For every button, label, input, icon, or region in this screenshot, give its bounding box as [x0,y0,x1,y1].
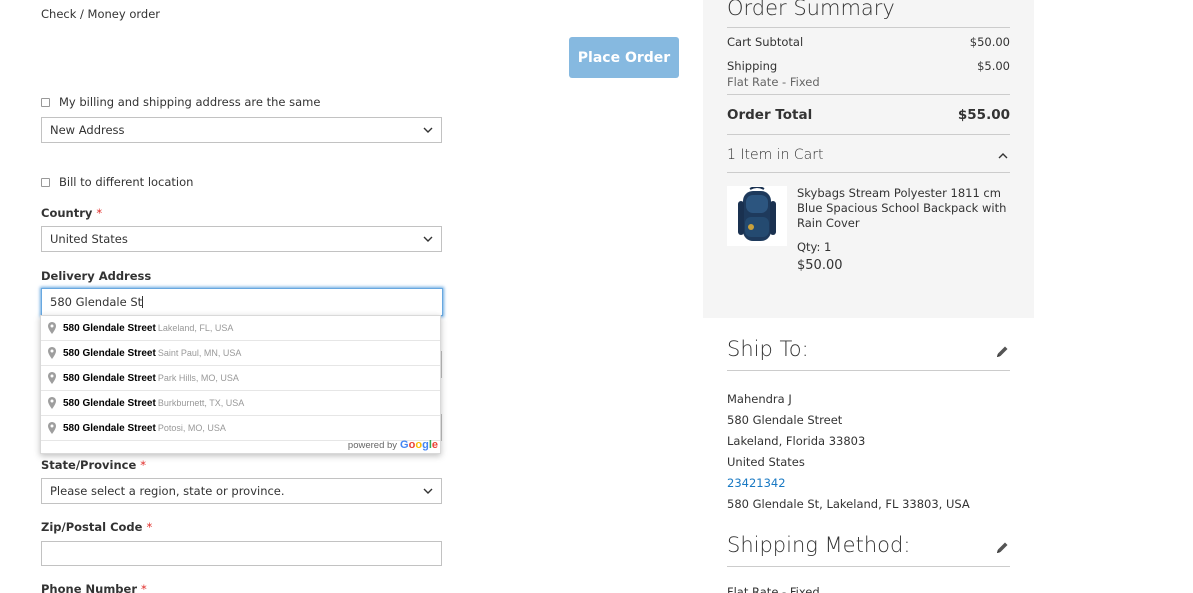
subtotal-row: Cart Subtotal $50.00 [727,35,1010,49]
ship-to-full-address: 580 Glendale St, Lakeland, FL 33803, USA [727,497,970,511]
shipping-label: Shipping [727,59,778,73]
bill-different-checkbox[interactable] [41,177,50,187]
autocomplete-suggestion[interactable]: 580 Glendale Street Potosi, MO, USA [41,416,440,441]
state-select-value: Please select a region, state or provinc… [50,484,285,498]
chevron-up-icon [998,148,1008,162]
payment-method-title: Check / Money order [41,7,161,21]
order-total-value: $55.00 [957,107,1010,123]
delivery-address-value: 580 Glendale St [50,295,143,309]
state-label: State/Province * [41,458,146,472]
divider [727,94,1010,95]
phone-label-text: Phone Number [41,582,138,593]
ship-to-street: 580 Glendale Street [727,413,843,427]
same-address-checkbox[interactable] [41,97,50,107]
same-address-label: My billing and shipping address are the … [59,95,321,109]
zip-input[interactable] [41,541,442,566]
suggestion-secondary-text: Saint Paul, MN, USA [157,348,242,358]
delivery-address-label: Delivery Address [41,269,152,283]
ship-to-name: Mahendra J [727,392,792,406]
chevron-down-icon [415,227,441,251]
address-autocomplete-panel: 580 Glendale Street Lakeland, FL, USA 58… [40,315,441,454]
phone-label: Phone Number * [41,582,147,593]
items-in-cart-label: 1 Item in Cart [727,147,824,163]
powered-by-google: powered by Google [348,439,438,451]
autocomplete-suggestion[interactable]: 580 Glendale Street Burkburnett, TX, USA [41,391,440,416]
bill-different-label: Bill to different location [59,175,194,189]
required-mark: * [141,582,147,593]
country-select-value: United States [50,232,128,246]
shipping-method-name: Flat Rate - Fixed [727,75,820,89]
order-summary-title: Order Summary [727,0,895,20]
order-total-label: Order Total [727,107,813,123]
ship-to-phone-link[interactable]: 23421342 [727,476,786,490]
product-name: Skybags Stream Polyester 1811 cm Blue Sp… [797,186,1007,230]
suggestion-secondary-text: Park Hills, MO, USA [157,373,239,383]
map-pin-icon [48,396,58,410]
required-mark: * [140,458,147,472]
product-qty: Qty: 1 [797,240,832,254]
delivery-address-input[interactable]: 580 Glendale St [41,288,443,316]
suggestion-main-text: 580 Glendale Street [63,372,156,384]
divider [727,27,1010,28]
suggestion-secondary-text: Burkburnett, TX, USA [157,398,245,408]
suggestion-main-text: 580 Glendale Street [63,347,156,359]
same-address-row[interactable]: My billing and shipping address are the … [41,95,320,109]
map-pin-icon [48,321,58,335]
pencil-icon[interactable] [995,540,1009,554]
shipping-value: $5.00 [977,59,1010,73]
country-select[interactable]: United States [41,226,442,252]
powered-by-text: powered by [347,440,398,451]
product-price: $50.00 [797,258,843,273]
required-mark: * [96,206,103,220]
chevron-down-icon [415,118,441,142]
divider [727,134,1010,135]
zip-label: Zip/Postal Code * [41,520,152,534]
place-order-button[interactable]: Place Order [569,37,679,78]
state-label-text: State/Province [41,458,137,472]
text-caret [142,296,144,308]
suggestion-secondary-text: Potosi, MO, USA [157,423,226,433]
ship-to-title: Ship To: [727,337,809,361]
ship-to-city: Lakeland, Florida 33803 [727,434,866,448]
divider [727,370,1010,371]
autocomplete-suggestion[interactable]: 580 Glendale Street Park Hills, MO, USA [41,366,440,391]
map-pin-icon [48,371,58,385]
country-label-text: Country [41,206,93,220]
country-label: Country * [41,206,102,220]
map-pin-icon [48,421,58,435]
suggestion-main-text: 580 Glendale Street [63,322,156,334]
items-in-cart-toggle[interactable]: 1 Item in Cart [727,147,1010,163]
zip-label-text: Zip/Postal Code [41,520,143,534]
pencil-icon[interactable] [995,344,1009,358]
suggestion-secondary-text: Lakeland, FL, USA [157,323,234,333]
subtotal-value: $50.00 [969,35,1010,49]
suggestion-main-text: 580 Glendale Street [63,397,156,409]
order-total-row: Order Total $55.00 [727,107,1010,123]
suggestion-main-text: 580 Glendale Street [63,422,156,434]
autocomplete-suggestion[interactable]: 580 Glendale Street Lakeland, FL, USA [41,316,440,341]
state-select[interactable]: Please select a region, state or provinc… [41,478,442,504]
required-mark: * [146,520,153,534]
shipping-row: Shipping $5.00 [727,59,1010,73]
divider [727,566,1010,567]
subtotal-label: Cart Subtotal [727,35,804,49]
google-logo: Google [400,439,438,451]
autocomplete-suggestion[interactable]: 580 Glendale Street Saint Paul, MN, USA [41,341,440,366]
ship-to-country: United States [727,455,805,469]
address-select-value: New Address [50,123,125,137]
map-pin-icon [48,346,58,360]
shipping-method-value: Flat Rate - Fixed [727,585,820,593]
shipping-method-title: Shipping Method: [727,533,911,557]
bill-different-row[interactable]: Bill to different location [41,175,193,189]
divider [727,172,1010,173]
backpack-image [727,186,787,246]
chevron-down-icon [415,479,441,503]
address-select[interactable]: New Address [41,117,442,143]
